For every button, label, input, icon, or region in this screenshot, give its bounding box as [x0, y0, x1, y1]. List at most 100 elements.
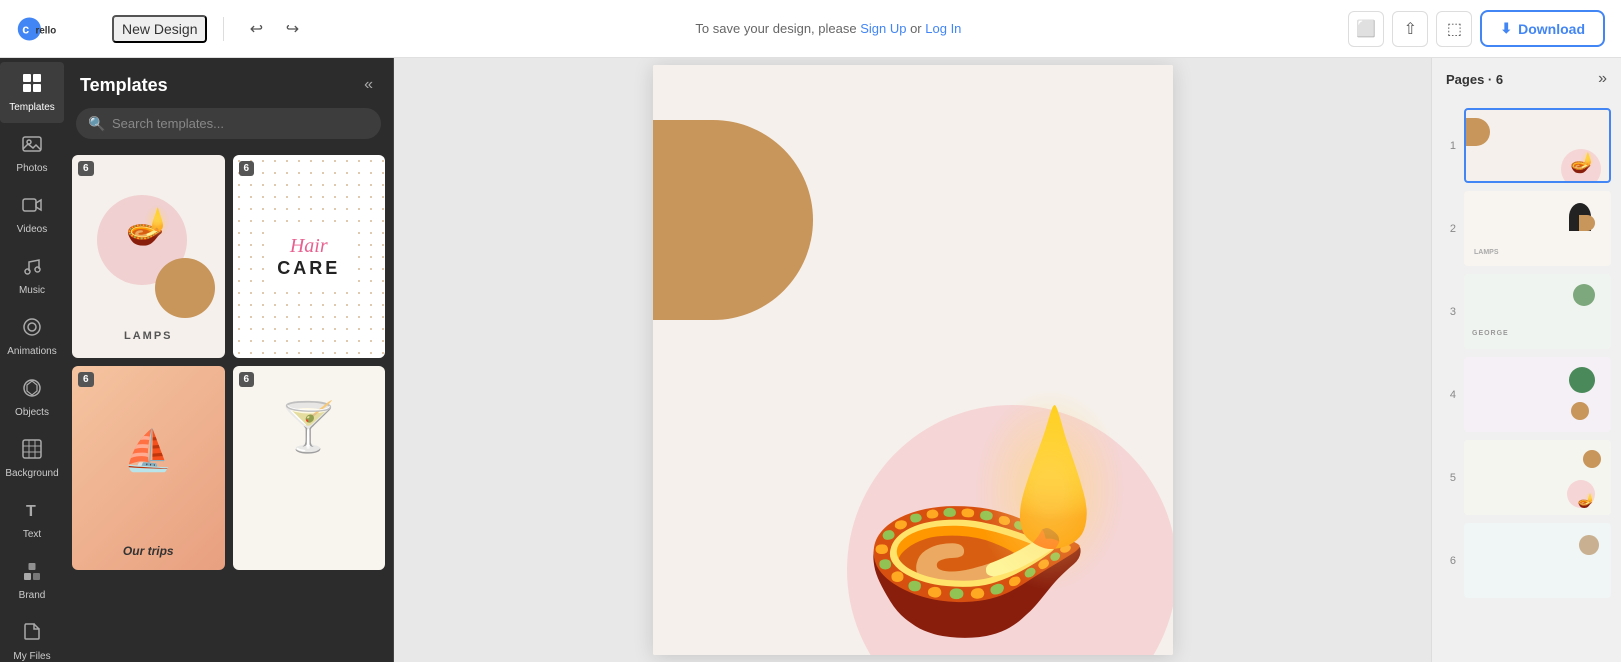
sidebar-item-my-files[interactable]: My Files — [0, 611, 64, 662]
sidebar-item-animations[interactable]: Animations — [0, 306, 64, 367]
pages-list: 1 🪔 2 LAMPS — [1432, 100, 1621, 662]
pages-header: Pages · 6 » — [1432, 58, 1621, 100]
text-icon: T — [21, 499, 43, 525]
t3-text: GEORGE — [1472, 330, 1509, 337]
search-input[interactable] — [76, 108, 381, 139]
redo-button[interactable]: ↪ — [276, 13, 308, 45]
sidebar-background-label: Background — [5, 468, 58, 479]
card-haircare-script: Hair — [277, 235, 340, 258]
sidebar-music-label: Music — [19, 285, 45, 296]
page-thumb-6[interactable] — [1464, 523, 1611, 598]
page-thumb-4[interactable] — [1464, 357, 1611, 432]
t3-green — [1573, 284, 1595, 306]
card-lamps-circle-tan — [155, 258, 215, 318]
present-button[interactable]: ⬜ — [1348, 11, 1384, 47]
template-badge-cocktail: 6 — [239, 372, 255, 387]
photos-icon — [21, 133, 43, 159]
t4-green — [1569, 367, 1595, 393]
expand-pages-button[interactable]: » — [1598, 70, 1607, 88]
svg-text:T: T — [26, 503, 36, 520]
card-cocktail-icon: 🍸 — [279, 399, 339, 456]
sidebar-videos-label: Videos — [17, 224, 47, 235]
page-item-4[interactable]: 4 — [1442, 353, 1611, 436]
share-button[interactable]: ⇧ — [1392, 11, 1428, 47]
sign-up-link[interactable]: Sign Up — [860, 21, 906, 36]
template-card-haircare[interactable]: 6 Hair CARE — [233, 155, 386, 358]
sidebar-item-objects[interactable]: Objects — [0, 367, 64, 428]
sidebar-item-text[interactable]: T Text — [0, 489, 64, 550]
template-badge-lamps: 6 — [78, 161, 94, 176]
log-in-link[interactable]: Log In — [925, 21, 961, 36]
main-area: Templates Photos Videos — [0, 58, 1621, 662]
crello-logo[interactable]: c rello — [16, 13, 96, 45]
canvas-area[interactable]: 🪔 — [394, 58, 1431, 662]
logo-area: c rello — [16, 13, 96, 45]
page-thumb-3-content: GEORGE — [1466, 276, 1609, 347]
sidebar-animations-label: Animations — [7, 346, 56, 357]
panel-header: Templates « — [64, 58, 393, 108]
resize-button[interactable]: ⬚ — [1436, 11, 1472, 47]
page-thumb-6-content — [1466, 525, 1609, 596]
sidebar-photos-label: Photos — [16, 163, 47, 174]
page-thumb-2[interactable]: LAMPS — [1464, 191, 1611, 266]
background-icon — [21, 438, 43, 464]
topbar-divider — [223, 17, 224, 41]
sidebar-templates-label: Templates — [9, 102, 55, 113]
card-trips-label: Our trips — [123, 544, 174, 558]
undo-button[interactable]: ↩ — [240, 13, 272, 45]
card-haircare-text: Hair CARE — [265, 227, 352, 287]
my-files-icon — [21, 621, 43, 647]
template-card-trips[interactable]: 6 ⛵ Our trips — [72, 366, 225, 569]
template-grid: 6 🪔 LAMPS 6 Hair CARE 6 ⛵ Our trips — [64, 151, 393, 662]
animations-icon — [21, 316, 43, 342]
page-item-1[interactable]: 1 🪔 — [1442, 104, 1611, 187]
page-number-5: 5 — [1442, 472, 1456, 484]
t1-lamp: 🪔 — [1570, 150, 1595, 175]
save-message: To save your design, please Sign Up or L… — [320, 21, 1336, 36]
template-card-cocktail[interactable]: 6 🍸 — [233, 366, 386, 569]
sidebar-item-videos[interactable]: Videos — [0, 184, 64, 245]
page-thumb-5-content: 🪔 — [1466, 442, 1609, 513]
template-badge-haircare: 6 — [239, 161, 255, 176]
page-item-6[interactable]: 6 — [1442, 519, 1611, 602]
page-number-1: 1 — [1442, 140, 1456, 152]
undo-redo-group: ↩ ↪ — [240, 13, 308, 45]
t2-text: LAMPS — [1474, 249, 1499, 256]
objects-icon — [21, 377, 43, 403]
canvas-tan-half-circle — [653, 120, 813, 320]
brand-kit-icon — [21, 560, 43, 586]
svg-text:rello: rello — [36, 25, 57, 36]
card-lamps-label: LAMPS — [124, 330, 173, 342]
collapse-panel-button[interactable]: « — [360, 72, 377, 98]
sidebar-item-brand-kit[interactable]: Brand — [0, 550, 64, 611]
canvas-lamp-icon: 🪔 — [858, 405, 1132, 625]
icon-sidebar: Templates Photos Videos — [0, 58, 64, 662]
svg-text:c: c — [22, 22, 29, 36]
sidebar-item-templates[interactable]: Templates — [0, 62, 64, 123]
t6-circle — [1579, 535, 1599, 555]
page-item-2[interactable]: 2 LAMPS — [1442, 187, 1611, 270]
page-item-5[interactable]: 5 🪔 — [1442, 436, 1611, 519]
download-button[interactable]: ⬇ Download — [1480, 10, 1605, 47]
page-thumb-3[interactable]: GEORGE — [1464, 274, 1611, 349]
sidebar-objects-label: Objects — [15, 407, 49, 418]
page-thumb-1[interactable]: 🪔 — [1464, 108, 1611, 183]
page-item-3[interactable]: 3 GEORGE — [1442, 270, 1611, 353]
page-number-2: 2 — [1442, 223, 1456, 235]
t5-tan — [1583, 450, 1601, 468]
sidebar-brand-kit-label: Brand — [19, 590, 46, 601]
search-box: 🔍 — [76, 108, 381, 139]
sidebar-item-photos[interactable]: Photos — [0, 123, 64, 184]
template-badge-trips: 6 — [78, 372, 94, 387]
sidebar-item-background[interactable]: Background — [0, 428, 64, 489]
videos-icon — [21, 194, 43, 220]
page-thumb-4-content — [1466, 359, 1609, 430]
new-design-button[interactable]: New Design — [112, 15, 207, 43]
page-number-6: 6 — [1442, 555, 1456, 567]
sidebar-item-music[interactable]: Music — [0, 245, 64, 306]
template-card-lamps[interactable]: 6 🪔 LAMPS — [72, 155, 225, 358]
templates-icon — [21, 72, 43, 98]
t4-tan — [1571, 402, 1589, 420]
card-haircare-care: CARE — [277, 258, 340, 279]
page-thumb-5[interactable]: 🪔 — [1464, 440, 1611, 515]
